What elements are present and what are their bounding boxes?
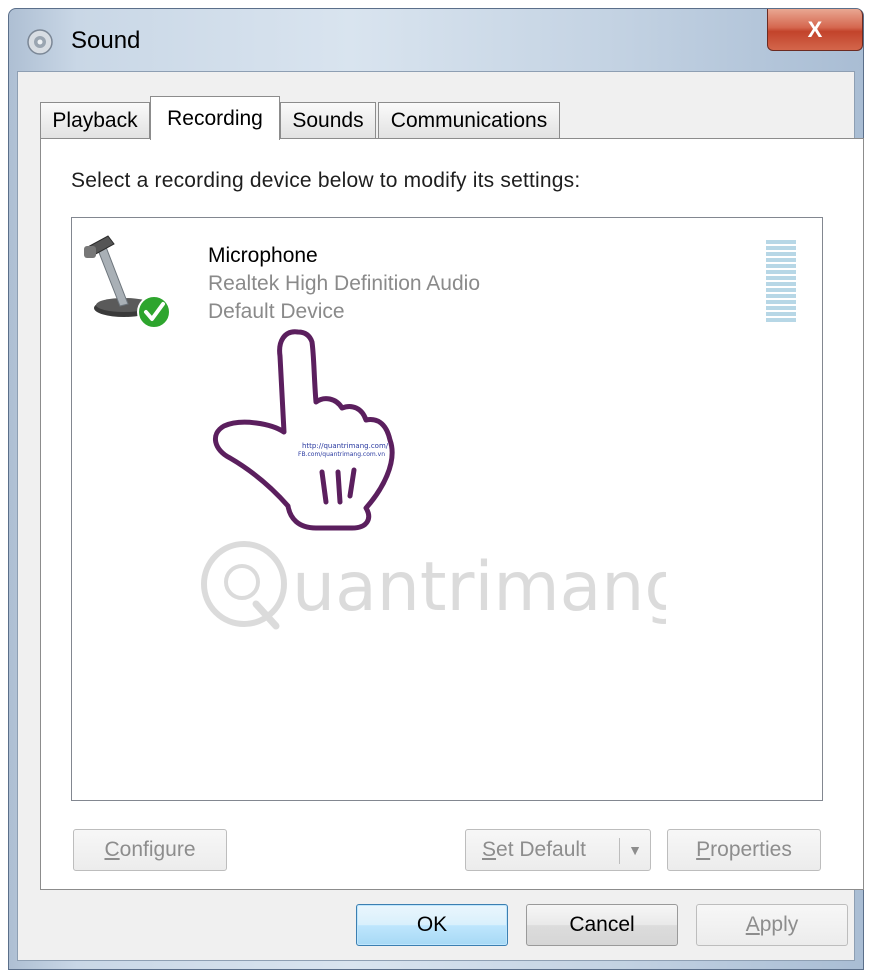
hand-caption-1: http://quantrimang.com/ bbox=[302, 442, 389, 450]
set-default-button[interactable]: Set Default ▼ bbox=[465, 829, 651, 871]
tab-communications[interactable]: Communications bbox=[378, 102, 560, 138]
pointing-hand-icon: http://quantrimang.com/ FB.com/quantrima… bbox=[213, 329, 395, 531]
properties-button[interactable]: Properties bbox=[667, 829, 821, 871]
dialog-client-area: Playback Recording Sounds Communications… bbox=[17, 71, 864, 961]
check-badge-icon bbox=[137, 295, 171, 329]
close-icon: X bbox=[807, 16, 823, 42]
hand-caption-2: FB.com/quantrimang.com.vn bbox=[298, 451, 385, 458]
recording-device-list[interactable]: Microphone Realtek High Definition Audio… bbox=[71, 217, 823, 801]
title-bar[interactable]: Sound X bbox=[9, 9, 863, 71]
tab-playback[interactable]: Playback bbox=[40, 102, 150, 138]
properties-label: Properties bbox=[696, 838, 792, 861]
instruction-text: Select a recording device below to modif… bbox=[71, 169, 581, 192]
microphone-icon bbox=[84, 235, 171, 329]
chevron-down-icon[interactable]: ▼ bbox=[628, 842, 642, 858]
split-separator bbox=[619, 838, 620, 864]
device-description: Realtek High Definition Audio bbox=[208, 272, 480, 295]
configure-button[interactable]: Configure bbox=[73, 829, 227, 871]
device-list-item[interactable]: Microphone Realtek High Definition Audio… bbox=[72, 218, 822, 329]
apply-label: Apply bbox=[745, 913, 799, 936]
device-status: Default Device bbox=[208, 300, 345, 323]
set-default-label: Set Default bbox=[482, 838, 586, 861]
speaker-icon bbox=[27, 29, 53, 55]
configure-label: Configure bbox=[104, 838, 196, 861]
watermark-text: uantrimang bbox=[292, 548, 666, 627]
device-name: Microphone bbox=[208, 244, 318, 267]
sound-dialog-window: Sound X Playback Recording Sounds Commun… bbox=[8, 8, 864, 970]
close-button[interactable]: X bbox=[767, 9, 863, 51]
cancel-button[interactable]: Cancel bbox=[526, 904, 678, 946]
recording-tab-panel: Select a recording device below to modif… bbox=[40, 138, 864, 890]
apply-button[interactable]: Apply bbox=[696, 904, 848, 946]
window-title: Sound bbox=[71, 27, 141, 54]
watermark-logo: uantrimang bbox=[201, 541, 666, 630]
tab-sounds[interactable]: Sounds bbox=[280, 102, 376, 138]
tab-recording[interactable]: Recording bbox=[150, 96, 280, 140]
level-meter bbox=[766, 240, 796, 322]
ok-button[interactable]: OK bbox=[356, 904, 508, 946]
